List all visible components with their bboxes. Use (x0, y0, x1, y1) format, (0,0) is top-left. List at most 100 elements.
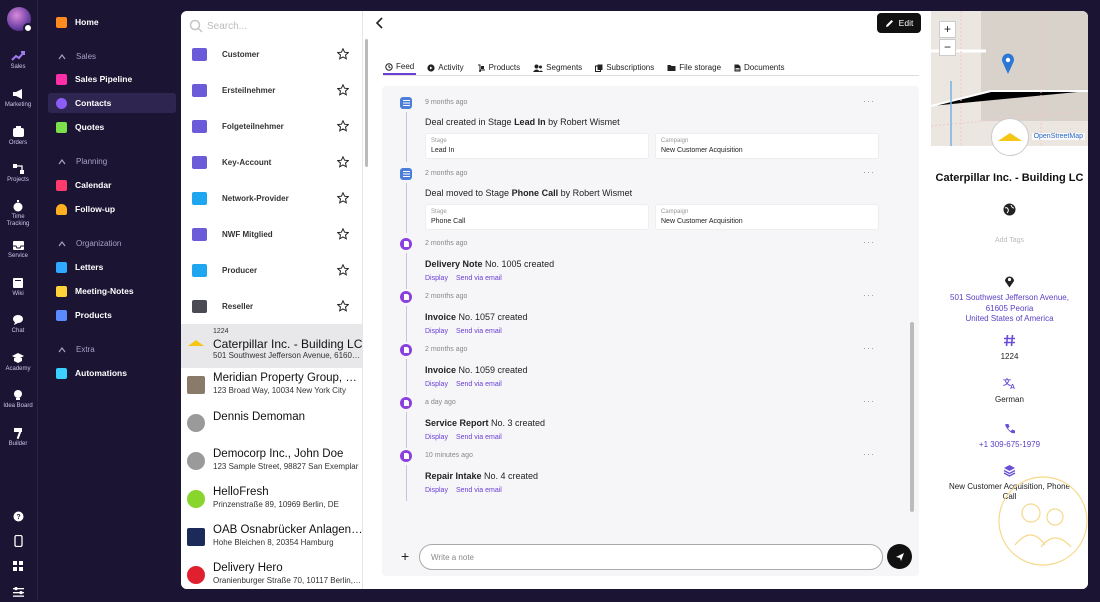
send-email-link[interactable]: Send via email (456, 434, 502, 441)
tab-products[interactable]: Products (475, 60, 523, 75)
send-email-link[interactable]: Send via email (456, 328, 502, 335)
rail-orders[interactable]: Orders (0, 126, 36, 147)
settings-button[interactable] (0, 584, 36, 602)
rail-service[interactable]: Service (0, 240, 36, 260)
rail-builder[interactable]: Builder (0, 427, 36, 448)
contact-row[interactable]: Democorp Inc., John Doe 123 Sample Stree… (181, 444, 362, 482)
tab-documents[interactable]: Documents (732, 60, 786, 75)
more-menu-icon[interactable]: ··· (863, 237, 875, 247)
add-attachment-button[interactable]: + (401, 548, 409, 564)
menu-meeting-notes[interactable]: Meeting-Notes (48, 281, 176, 301)
phone[interactable]: +1 309-675-1979 (931, 422, 1088, 451)
zoom-in-button[interactable]: + (939, 21, 956, 38)
send-email-link[interactable]: Send via email (456, 275, 502, 282)
rail-marketing[interactable]: Marketing (0, 88, 36, 109)
segment-color-swatch (192, 227, 207, 241)
inbox-icon (12, 241, 24, 250)
feed-entry-title: Delivery Note No. 1005 created (425, 259, 555, 269)
help-button[interactable]: ? (0, 509, 36, 527)
more-menu-icon[interactable]: ··· (863, 290, 875, 300)
list-scrollbar[interactable] (365, 39, 368, 167)
feed-scrollbar[interactable] (910, 322, 914, 512)
segment-row[interactable]: Folgeteilnehmer (181, 108, 362, 144)
address-block[interactable]: 501 Southwest Jefferson Avenue, 61605 Pe… (931, 275, 1088, 325)
star-icon[interactable] (337, 120, 349, 132)
more-menu-icon[interactable]: ··· (863, 396, 875, 406)
segment-row[interactable]: Ersteilnehmer (181, 72, 362, 108)
segment-row[interactable]: Customer (181, 36, 362, 72)
search-input[interactable]: Search... (207, 21, 247, 32)
menu-contacts[interactable]: Contacts (48, 93, 176, 113)
star-icon[interactable] (337, 192, 349, 204)
menu-group-sales[interactable]: Sales (58, 52, 96, 61)
menu-group-planning[interactable]: Planning (58, 157, 107, 166)
display-link[interactable]: Display (425, 328, 448, 335)
star-icon[interactable] (337, 264, 349, 276)
contact-row-selected[interactable]: 1224 Caterpillar Inc. - Building LC 501 … (181, 324, 362, 368)
display-link[interactable]: Display (425, 275, 448, 282)
menu-sales-pipeline[interactable]: Sales Pipeline (48, 69, 176, 89)
menu-quotes[interactable]: Quotes (48, 117, 176, 137)
star-icon[interactable] (337, 300, 349, 312)
rail-time-tracking[interactable]: Time Tracking (0, 200, 36, 228)
calendar-icon (56, 179, 67, 191)
menu-follow-up[interactable]: Follow-up (48, 199, 176, 219)
segment-row[interactable]: Network-Provider (181, 180, 362, 216)
segment-row[interactable]: Key-Account (181, 144, 362, 180)
star-icon[interactable] (337, 156, 349, 168)
apps-button[interactable] (0, 559, 36, 577)
menu-home[interactable]: Home (48, 12, 176, 32)
contact-row[interactable]: OAB Osnabrücker Anlagenbau Hohe Bleichen… (181, 520, 362, 558)
menu-group-extra[interactable]: Extra (58, 345, 95, 354)
user-avatar[interactable] (7, 7, 33, 33)
contact-row[interactable]: Dennis Demoman (181, 406, 362, 444)
more-menu-icon[interactable]: ··· (863, 449, 875, 459)
back-arrow-icon[interactable] (375, 17, 385, 29)
feed-entry-actions: Display Send via email (425, 487, 510, 494)
rail-wiki[interactable]: Wiki (0, 277, 36, 298)
menu-automations[interactable]: Automations (48, 363, 176, 383)
rail-chat[interactable]: Chat (0, 314, 36, 335)
segment-row[interactable]: Producer (181, 252, 362, 288)
menu-group-organization[interactable]: Organization (58, 239, 121, 248)
contact-row[interactable]: Delivery Hero Oranienburger Straße 70, 1… (181, 558, 362, 589)
star-icon[interactable] (337, 84, 349, 96)
contact-row[interactable]: Meridian Property Group, Dan Hollis 123 … (181, 368, 362, 406)
more-menu-icon[interactable]: ··· (863, 167, 875, 177)
menu-letters[interactable]: Letters (48, 257, 176, 277)
more-menu-icon[interactable]: ··· (863, 343, 875, 353)
search-bar[interactable]: Search... (189, 15, 359, 37)
display-link[interactable]: Display (425, 381, 448, 388)
rail-projects[interactable]: Projects (0, 163, 36, 184)
note-input[interactable]: Write a note (419, 544, 883, 570)
contact-row[interactable]: HelloFresh Prinzenstraße 89, 10969 Berli… (181, 482, 362, 520)
menu-products[interactable]: Products (48, 305, 176, 325)
mobile-button[interactable] (0, 534, 36, 552)
rail-idea-board[interactable]: Idea Board (0, 389, 36, 410)
tab-subscriptions[interactable]: Subscriptions (593, 60, 656, 75)
menu-calendar[interactable]: Calendar (48, 175, 176, 195)
website-button[interactable] (931, 203, 1088, 221)
add-tags-button[interactable]: Add Tags (931, 237, 1088, 244)
segment-row[interactable]: Reseller (181, 288, 362, 324)
rail-academy[interactable]: Academy (0, 352, 36, 373)
tab-segments[interactable]: Segments (531, 60, 584, 75)
star-icon[interactable] (337, 228, 349, 240)
map-attribution[interactable]: OpenStreetMap (1031, 133, 1085, 140)
send-email-link[interactable]: Send via email (456, 487, 502, 494)
send-email-link[interactable]: Send via email (456, 381, 502, 388)
more-menu-icon[interactable]: ··· (863, 96, 875, 106)
zoom-out-button[interactable]: − (939, 39, 956, 56)
display-link[interactable]: Display (425, 434, 448, 441)
tab-file-storage[interactable]: File storage (665, 60, 723, 75)
star-icon[interactable] (337, 48, 349, 60)
document-icon (400, 238, 412, 250)
send-button[interactable] (887, 544, 912, 569)
tab-feed[interactable]: Feed (383, 60, 417, 75)
pencil-icon (885, 19, 893, 27)
tab-activity[interactable]: Activity (425, 60, 465, 75)
display-link[interactable]: Display (425, 487, 448, 494)
edit-button[interactable]: Edit (877, 13, 921, 33)
segment-row[interactable]: NWF Mitglied (181, 216, 362, 252)
rail-sales[interactable]: Sales (0, 50, 36, 71)
